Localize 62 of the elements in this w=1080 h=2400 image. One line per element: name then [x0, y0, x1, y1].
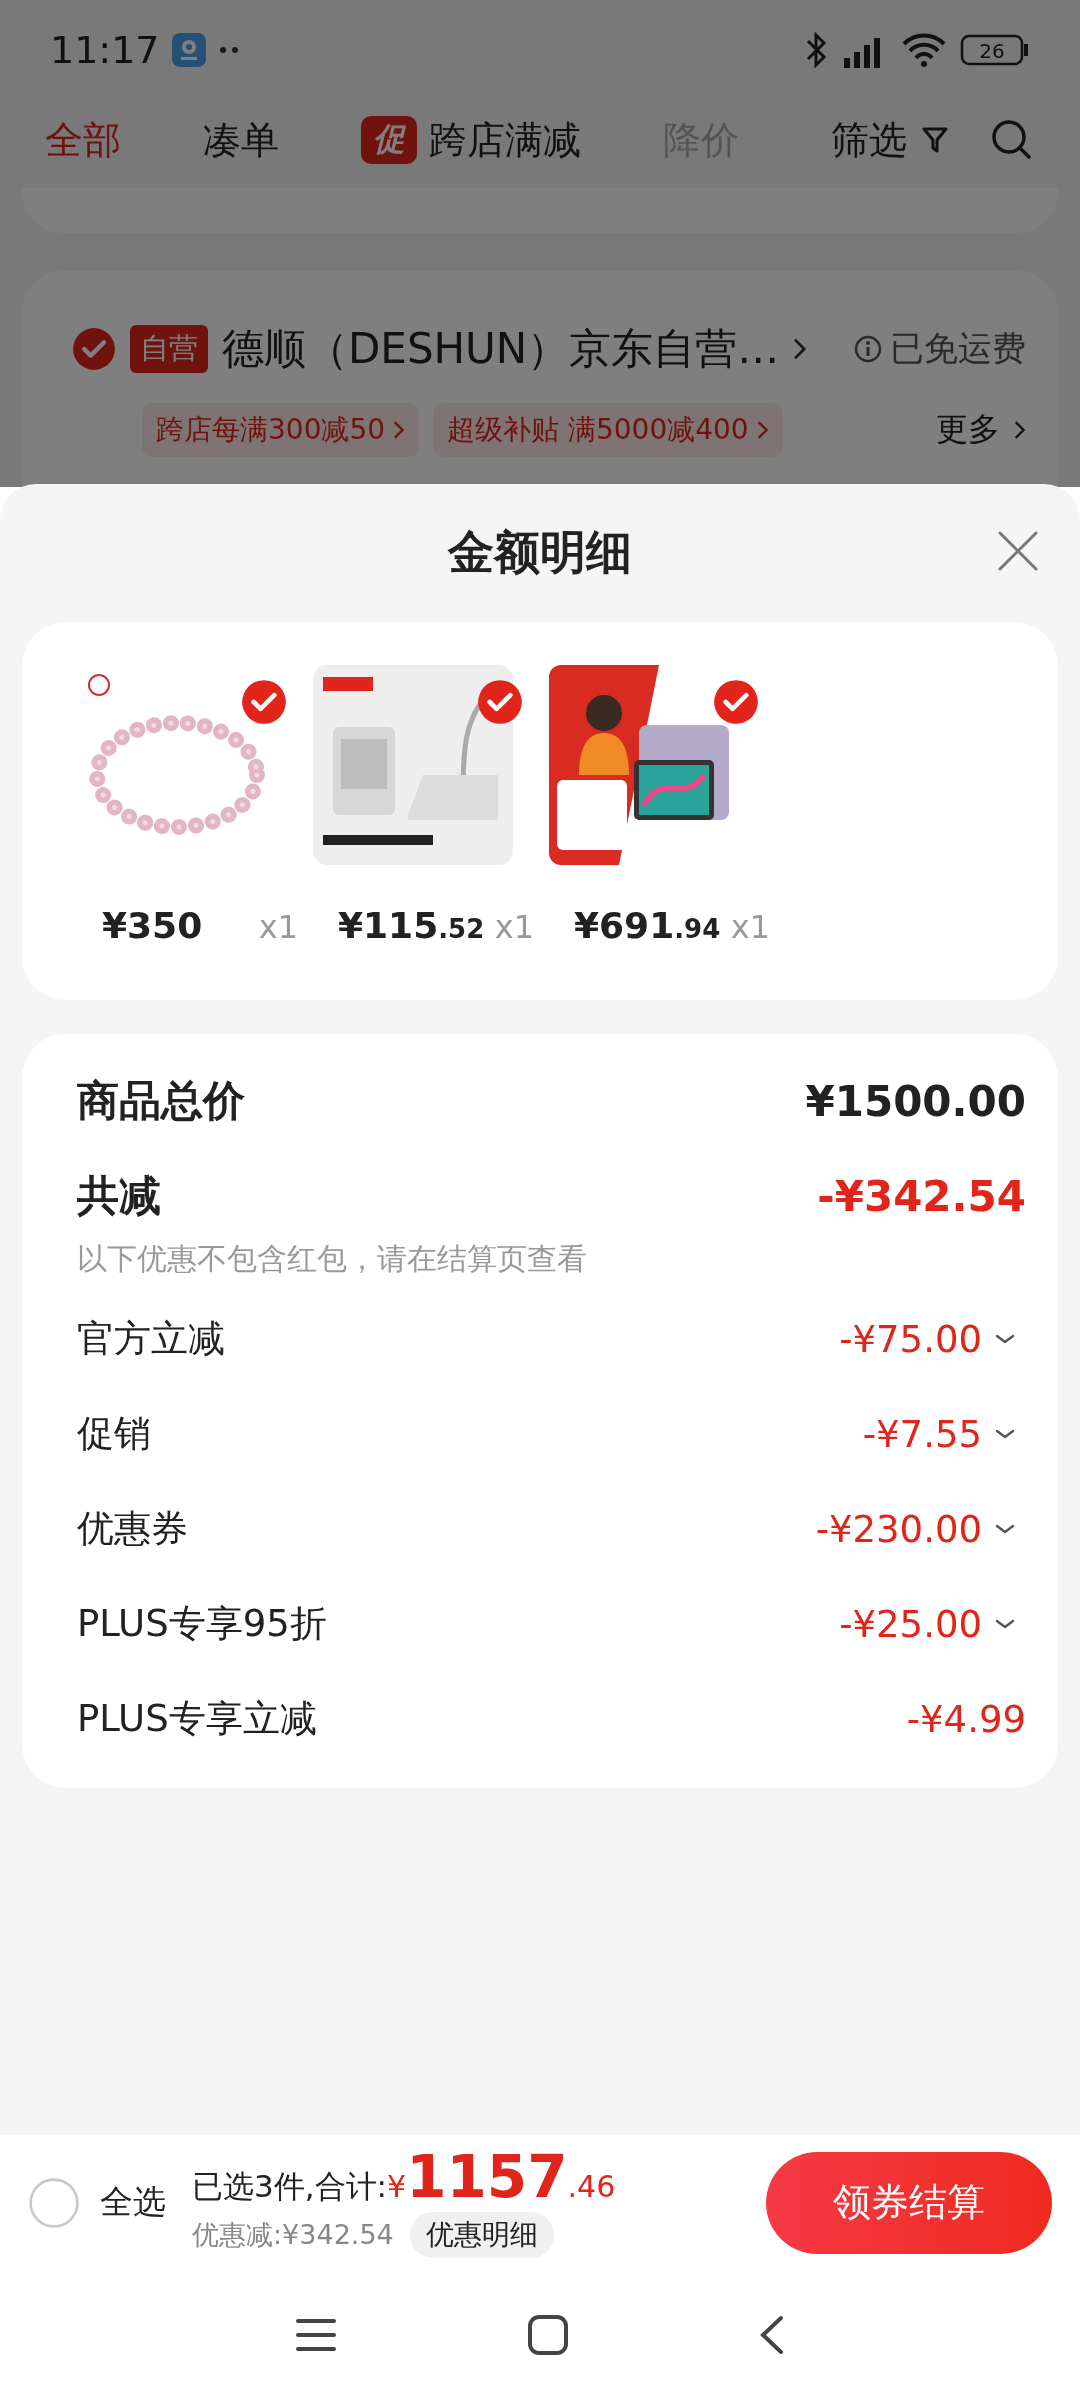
filter-tab[interactable]: 凑单	[203, 114, 279, 166]
product-quantity: x1	[494, 908, 534, 946]
more-link[interactable]: 更多	[936, 408, 1026, 452]
app-icon	[171, 33, 206, 67]
breakdown-amount: -¥7.55	[862, 1412, 982, 1456]
checkout-button[interactable]: 领券结算	[766, 2151, 1052, 2254]
breakdown-label: 商品总价	[77, 1075, 246, 1127]
breakdown-label: 优惠券	[77, 1506, 189, 1552]
chevron-icon	[393, 420, 406, 440]
breakdown-amount: -¥4.99	[906, 1697, 1026, 1741]
breakdown-label: 促销	[77, 1411, 152, 1457]
total-price: ¥1157.46	[387, 2147, 616, 2206]
chevron-down-icon[interactable]	[994, 1522, 1016, 1536]
self-operated-tag: 自营	[130, 325, 208, 373]
details-button[interactable]: 优惠明细	[409, 2211, 554, 2258]
check-icon[interactable]	[72, 327, 116, 371]
promo-tag[interactable]: 超级补贴 满5000减400	[433, 403, 783, 457]
status-time: 11:17	[50, 28, 160, 72]
check-icon[interactable]	[241, 679, 287, 725]
breakdown-amount: -¥75.00	[839, 1317, 982, 1361]
product-price: ¥115.52	[338, 905, 485, 946]
breakdown-label: 共减	[77, 1170, 162, 1222]
back-icon[interactable]	[759, 2314, 785, 2356]
chevron-down-icon[interactable]	[994, 1617, 1016, 1631]
sheet-title: 金额明细	[448, 524, 632, 581]
funnel-icon	[921, 125, 949, 155]
promo-badge: 促	[361, 116, 417, 164]
store-name[interactable]: 德顺（DESHUN）京东自营…	[222, 321, 780, 377]
product-price: ¥350	[102, 905, 203, 946]
product-quantity: x1	[730, 908, 770, 946]
filter-tab[interactable]: 全部	[45, 114, 121, 166]
bluetooth-icon	[804, 31, 828, 69]
breakdown-label: PLUS专享95折	[77, 1601, 328, 1647]
breakdown-label: PLUS专享立减	[77, 1696, 318, 1742]
discount-text: 优惠减:¥342.54	[192, 2217, 394, 2252]
breakdown-amount: -¥342.54	[817, 1171, 1026, 1221]
filter-tab[interactable]: 跨店满减	[429, 114, 581, 166]
select-all-label[interactable]: 全选	[100, 2180, 166, 2225]
chevron-down-icon[interactable]	[994, 1332, 1016, 1346]
note-text: 以下优惠不包含红包，请在结算页查看	[77, 1240, 588, 1278]
radio-icon[interactable]	[28, 2176, 80, 2229]
check-icon[interactable]	[713, 679, 759, 725]
check-icon[interactable]	[477, 679, 523, 725]
menu-icon[interactable]	[295, 2317, 337, 2353]
breakdown-label: 官方立减	[77, 1316, 226, 1362]
chevron-icon	[793, 337, 808, 361]
promo-tag[interactable]: 跨店每满300减50	[142, 403, 420, 457]
breakdown-amount: -¥25.00	[839, 1602, 982, 1646]
filter-button[interactable]: 筛选	[831, 114, 949, 166]
product-quantity: x1	[258, 908, 298, 946]
chevron-icon	[756, 420, 769, 440]
chevron-icon	[1014, 419, 1026, 441]
product-price: ¥691.94	[574, 905, 721, 946]
shipping-text: 已免运费	[890, 327, 1026, 370]
breakdown-amount: -¥230.00	[815, 1507, 982, 1551]
wifi-icon	[900, 32, 948, 68]
close-icon[interactable]	[996, 529, 1040, 573]
breakdown-amount: ¥1500.00	[805, 1076, 1026, 1126]
summary-text: 已选3件,合计:	[192, 2166, 388, 2206]
info-icon[interactable]	[854, 335, 882, 363]
chevron-down-icon[interactable]	[994, 1427, 1016, 1441]
home-icon[interactable]	[527, 2314, 569, 2356]
